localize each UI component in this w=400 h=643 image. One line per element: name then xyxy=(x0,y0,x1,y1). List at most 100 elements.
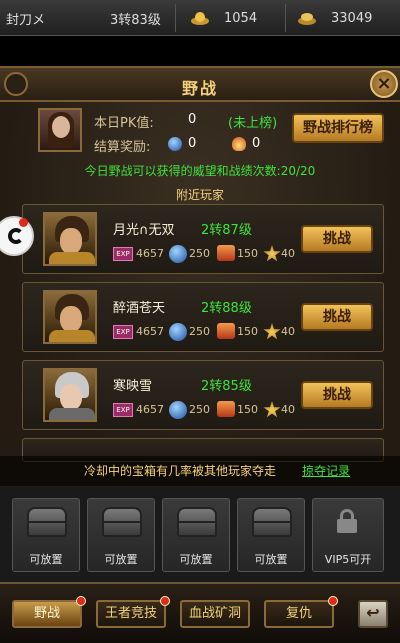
back-button[interactable]: ↩ xyxy=(358,600,388,628)
avatar-face xyxy=(60,384,82,410)
nearby-players-title: 附近玩家 xyxy=(175,188,224,202)
player-name: 封刀メ xyxy=(6,13,46,28)
prestige-orb-icon xyxy=(169,323,187,341)
notification-dot xyxy=(19,218,28,227)
assistant-icon xyxy=(8,228,24,244)
tab-label: 血战矿洞 xyxy=(188,606,241,621)
exp-icon: EXP xyxy=(113,403,133,417)
chest-slot-label: 可放置 xyxy=(179,553,213,566)
exp-reward: 4657 xyxy=(136,247,164,260)
chest-slot[interactable]: 可放置 xyxy=(87,498,155,572)
prestige-reward: 250 xyxy=(189,403,210,416)
tab-wild-battle[interactable]: 野战 xyxy=(12,596,86,628)
avatar-armor xyxy=(49,408,95,420)
tab-king-arena[interactable]: 王者竞技 xyxy=(96,596,170,628)
pk-star-icon xyxy=(263,323,281,340)
notification-dot xyxy=(160,596,170,606)
player-card: 月光∩无双 2转87级 EXP 4657 250 150 40 挑战 xyxy=(22,204,384,274)
silver-value: 33049 xyxy=(331,10,373,26)
player-name: 醉酒苍天 xyxy=(113,301,166,316)
chest-icon xyxy=(27,507,67,537)
player-level: 2转87级 xyxy=(201,223,252,238)
chest-icon xyxy=(102,507,142,537)
prestige-reward: 250 xyxy=(189,247,210,260)
tab-label: 复仇 xyxy=(285,606,312,621)
pk-reward: 40 xyxy=(281,403,295,416)
pk-value: 0 xyxy=(188,112,197,127)
merit-icon xyxy=(217,245,235,261)
reward-label: 结算奖励: xyxy=(94,140,151,155)
merit-icon xyxy=(217,401,235,417)
challenge-button[interactable]: 挑战 xyxy=(301,225,373,253)
prestige-orb-icon xyxy=(169,245,187,263)
status-divider xyxy=(285,4,286,32)
chest-slot[interactable]: 可放置 xyxy=(237,498,305,572)
player-avatar xyxy=(43,212,97,266)
silver-currency: 33049 xyxy=(297,6,372,30)
player-card: 醉酒苍天 2转88级 EXP 4657 250 150 40 挑战 xyxy=(22,282,384,352)
title-bar: 野战 xyxy=(0,66,400,102)
avatar-armor xyxy=(49,330,95,342)
rank-status: (未上榜) xyxy=(228,116,278,131)
challenge-button[interactable]: 挑战 xyxy=(301,303,373,331)
chest-slot-label: 可放置 xyxy=(254,553,288,566)
rob-record-link[interactable]: 掠夺记录 xyxy=(302,462,350,479)
today-limit-notice: 今日野战可以获得的威望和战绩次数:20/20 xyxy=(84,164,316,178)
lock-icon xyxy=(337,509,357,533)
player-name: 寒映雪 xyxy=(113,379,153,394)
exp-icon: EXP xyxy=(113,325,133,339)
window-title: 野战 xyxy=(181,79,218,98)
my-avatar xyxy=(38,108,82,152)
merit-icon xyxy=(232,137,246,151)
chest-slot[interactable]: 可放置 xyxy=(12,498,80,572)
reward-1-value: 0 xyxy=(188,136,197,151)
lock-body xyxy=(337,519,357,533)
rank-list-button[interactable]: 野战排行榜 xyxy=(292,113,384,143)
notification-dot xyxy=(328,596,338,606)
avatar-face xyxy=(60,228,82,254)
player-level: 2转85级 xyxy=(201,379,252,394)
merit-reward: 150 xyxy=(237,325,258,338)
player-name: 月光∩无双 xyxy=(113,223,175,238)
cooldown-notice: 冷却中的宝箱有几率被其他玩家夺走 xyxy=(84,464,277,478)
pk-label: 本日PK值: xyxy=(94,116,154,131)
avatar-face xyxy=(60,306,82,332)
exp-icon: EXP xyxy=(113,247,133,261)
challenge-button[interactable]: 挑战 xyxy=(301,381,373,409)
silver-coin-icon xyxy=(298,13,316,25)
status-bar: 封刀メ 3转83级 1054 33049 xyxy=(0,0,400,36)
chest-slot-locked[interactable]: VIP5可开 xyxy=(312,498,384,572)
tab-blood-mine[interactable]: 血战矿洞 xyxy=(180,600,250,628)
tab-label: 王者竞技 xyxy=(104,606,157,621)
gold-ingot-icon xyxy=(191,12,209,25)
pk-star-icon xyxy=(263,401,281,418)
player-avatar xyxy=(43,368,97,422)
notification-dot xyxy=(76,596,86,606)
player-card: 寒映雪 2转85级 EXP 4657 250 150 40 挑战 xyxy=(22,360,384,430)
avatar-armor xyxy=(49,252,95,264)
exp-reward: 4657 xyxy=(136,325,164,338)
top-strip xyxy=(0,36,400,66)
gold-currency: 1054 xyxy=(190,6,257,30)
player-level: 2转88级 xyxy=(201,301,252,316)
tab-label: 野战 xyxy=(33,606,60,621)
status-divider xyxy=(175,4,176,32)
pk-star-icon xyxy=(263,245,281,262)
tab-revenge[interactable]: 复仇 xyxy=(264,596,338,628)
merit-reward: 150 xyxy=(237,247,258,260)
chest-slot[interactable]: 可放置 xyxy=(162,498,230,572)
gold-value: 1054 xyxy=(224,10,258,26)
prestige-reward: 250 xyxy=(189,325,210,338)
player-level: 3转83级 xyxy=(110,13,161,28)
chest-slot-label: VIP5可开 xyxy=(324,553,372,566)
chest-icon xyxy=(177,507,217,537)
close-button[interactable]: × xyxy=(370,70,398,98)
merit-reward: 150 xyxy=(237,403,258,416)
player-avatar xyxy=(43,290,97,344)
reward-2-value: 0 xyxy=(252,136,261,151)
wild-battle-screen: 封刀メ 3转83级 1054 33049 野战 × 本日PK值: 0 (未上榜) xyxy=(0,0,400,643)
prestige-orb-icon xyxy=(168,137,182,151)
chest-icon xyxy=(252,507,292,537)
pk-reward: 40 xyxy=(281,325,295,338)
pk-reward: 40 xyxy=(281,247,295,260)
